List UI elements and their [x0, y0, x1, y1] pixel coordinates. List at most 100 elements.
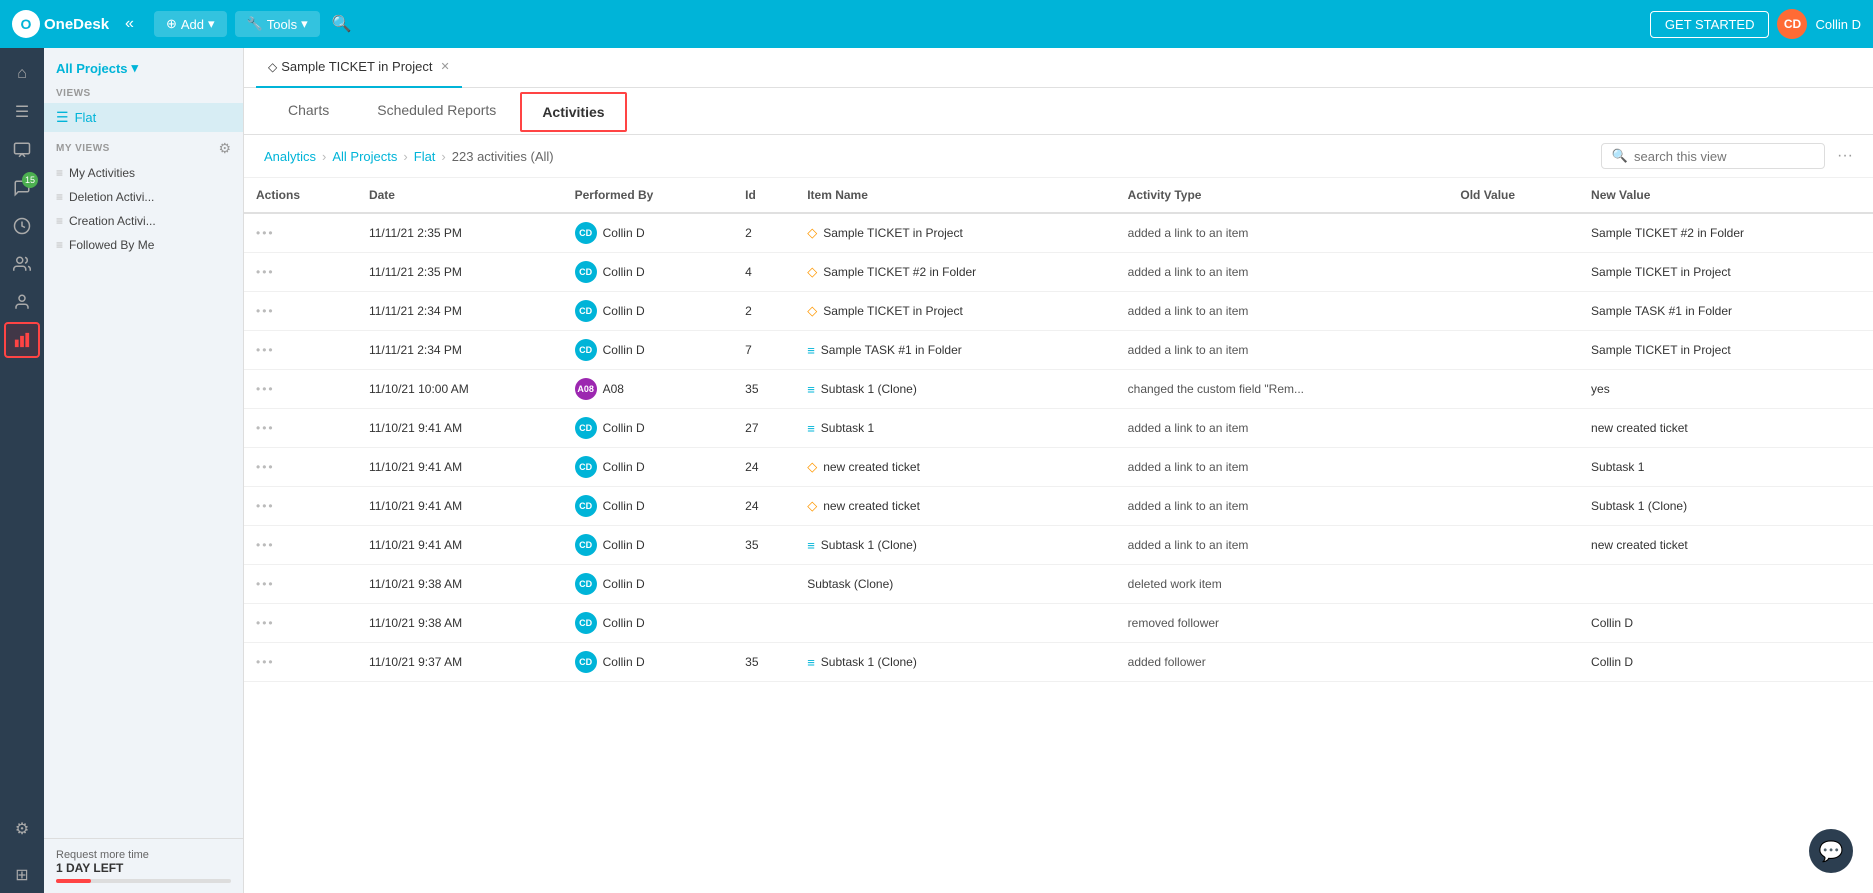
charts-tab[interactable]: Charts [264, 88, 353, 134]
row-actions[interactable]: ••• [244, 487, 357, 526]
activities-tab[interactable]: Activities [520, 92, 626, 132]
row-activity-type: added a link to an item [1116, 487, 1449, 526]
row-dots-icon[interactable]: ••• [256, 460, 275, 474]
activity-type-text: added a link to an item [1128, 538, 1249, 552]
row-id: 7 [733, 331, 795, 370]
my-views-settings-icon[interactable]: ⚙ [218, 140, 231, 157]
row-actions[interactable]: ••• [244, 643, 357, 682]
row-actions[interactable]: ••• [244, 331, 357, 370]
new-value-text: Sample TICKET #2 in Folder [1591, 226, 1744, 240]
row-dots-icon[interactable]: ••• [256, 304, 275, 318]
row-item-name: ≡Subtask 1 (Clone) [795, 643, 1115, 682]
row-actions[interactable]: ••• [244, 448, 357, 487]
item-name-cell: Subtask (Clone) [807, 577, 1103, 591]
sidebar-item-people[interactable] [4, 246, 40, 282]
more-options-button[interactable]: ··· [1837, 147, 1853, 165]
row-actions[interactable]: ••• [244, 526, 357, 565]
chat-badge: 15 [22, 172, 38, 188]
item-name-cell: ◇Sample TICKET in Project [807, 303, 1103, 319]
sidebar-item-grid[interactable]: ⊞ [4, 857, 40, 893]
performer-cell: CDCollin D [575, 534, 722, 556]
row-performed-by: CDCollin D [563, 487, 734, 526]
item-name-text: Subtask 1 (Clone) [821, 655, 917, 669]
tab-close-icon[interactable]: ✕ [440, 60, 449, 73]
row-performed-by: CDCollin D [563, 213, 734, 253]
row-dots-icon[interactable]: ••• [256, 421, 275, 435]
my-view-deletion[interactable]: ≡ Deletion Activi... [44, 185, 243, 209]
row-item-name: ≡Subtask 1 (Clone) [795, 526, 1115, 565]
row-dots-icon[interactable]: ••• [256, 382, 275, 396]
row-id: 35 [733, 643, 795, 682]
row-performed-by: CDCollin D [563, 565, 734, 604]
row-item-name: ◇new created ticket [795, 487, 1115, 526]
row-dots-icon[interactable]: ••• [256, 499, 275, 513]
sidebar-item-settings[interactable]: ⚙ [4, 811, 40, 847]
row-dots-icon[interactable]: ••• [256, 655, 275, 669]
drag-handle-icon: ≡ [56, 238, 63, 252]
breadcrumb-all-projects[interactable]: All Projects [332, 149, 397, 164]
row-actions[interactable]: ••• [244, 565, 357, 604]
row-date: 11/10/21 9:37 AM [357, 643, 563, 682]
breadcrumb-sep-3: › [441, 149, 445, 164]
user-avatar[interactable]: CD [1777, 9, 1807, 39]
row-actions[interactable]: ••• [244, 292, 357, 331]
breadcrumb-analytics[interactable]: Analytics [264, 149, 316, 164]
row-dots-icon[interactable]: ••• [256, 226, 275, 240]
row-old-value [1448, 604, 1579, 643]
activity-type-text: removed follower [1128, 616, 1219, 630]
search-input[interactable] [1634, 149, 1814, 164]
sample-ticket-tab[interactable]: ◇ Sample TICKET in Project ✕ [256, 48, 462, 88]
row-activity-type: added a link to an item [1116, 331, 1449, 370]
row-id: 24 [733, 487, 795, 526]
performer-avatar: CD [575, 339, 597, 361]
row-dots-icon[interactable]: ••• [256, 343, 275, 357]
sidebar-item-list[interactable]: ☰ [4, 94, 40, 130]
sidebar-item-clock[interactable] [4, 208, 40, 244]
global-search-icon[interactable]: 🔍 [332, 14, 352, 34]
new-value-text: Collin D [1591, 616, 1633, 630]
breadcrumb-flat[interactable]: Flat [414, 149, 436, 164]
row-actions[interactable]: ••• [244, 604, 357, 643]
row-item-name: ◇Sample TICKET in Project [795, 292, 1115, 331]
col-old-value: Old Value [1448, 178, 1579, 213]
tools-button[interactable]: 🔧 Tools ▾ [235, 11, 320, 37]
sidebar-item-chat[interactable]: 15 [4, 170, 40, 206]
collapse-sidebar-button[interactable]: « [125, 15, 134, 33]
my-view-my-activities[interactable]: ≡ My Activities [44, 161, 243, 185]
chat-support-button[interactable]: 💬 [1809, 829, 1853, 873]
my-view-creation[interactable]: ≡ Creation Activi... [44, 209, 243, 233]
search-box[interactable]: 🔍 [1601, 143, 1825, 169]
sidebar-item-inbox[interactable] [4, 132, 40, 168]
row-actions[interactable]: ••• [244, 370, 357, 409]
logo-text: OneDesk [44, 16, 109, 33]
row-actions[interactable]: ••• [244, 253, 357, 292]
my-view-followed[interactable]: ≡ Followed By Me [44, 233, 243, 257]
performer-avatar: CD [575, 456, 597, 478]
row-old-value [1448, 409, 1579, 448]
sidebar-item-home[interactable]: ⌂ [4, 56, 40, 92]
get-started-button[interactable]: GET STARTED [1650, 11, 1770, 38]
row-activity-type: added a link to an item [1116, 409, 1449, 448]
sidebar-item-person[interactable] [4, 284, 40, 320]
flat-view-item[interactable]: ☰ Flat [44, 103, 243, 132]
logo[interactable]: O OneDesk [12, 10, 109, 38]
row-actions[interactable]: ••• [244, 213, 357, 253]
row-actions[interactable]: ••• [244, 409, 357, 448]
request-time-label[interactable]: Request more time [56, 849, 231, 861]
sidebar: All Projects ▾ VIEWS ☰ Flat MY VIEWS ⚙ ≡… [44, 48, 244, 893]
add-button[interactable]: ⊕ Add ▾ [154, 11, 227, 37]
row-dots-icon[interactable]: ••• [256, 577, 275, 591]
row-dots-icon[interactable]: ••• [256, 616, 275, 630]
row-dots-icon[interactable]: ••• [256, 265, 275, 279]
row-old-value [1448, 292, 1579, 331]
table-row: •••11/11/21 2:34 PMCDCollin D2◇Sample TI… [244, 292, 1873, 331]
table-row: •••11/10/21 9:38 AMCDCollin DSubtask (Cl… [244, 565, 1873, 604]
item-name-cell: ≡Subtask 1 (Clone) [807, 382, 1103, 397]
scheduled-reports-tab[interactable]: Scheduled Reports [353, 88, 520, 134]
all-projects-selector[interactable]: All Projects ▾ [56, 60, 138, 76]
row-dots-icon[interactable]: ••• [256, 538, 275, 552]
sidebar-item-analytics[interactable] [4, 322, 40, 358]
performer-avatar: CD [575, 534, 597, 556]
row-performed-by: CDCollin D [563, 643, 734, 682]
performer-cell: A08A08 [575, 378, 722, 400]
